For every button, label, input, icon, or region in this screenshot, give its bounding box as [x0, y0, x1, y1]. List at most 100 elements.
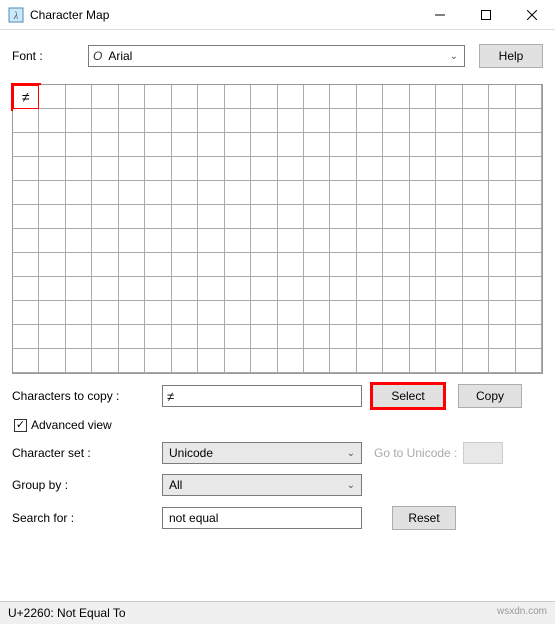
grid-cell[interactable] — [516, 157, 542, 181]
grid-cell[interactable] — [489, 205, 515, 229]
grid-cell[interactable] — [304, 133, 330, 157]
grid-cell[interactable] — [145, 349, 171, 373]
grid-cell[interactable] — [436, 85, 462, 109]
grid-cell[interactable] — [92, 205, 118, 229]
grid-cell[interactable] — [66, 109, 92, 133]
grid-cell[interactable] — [92, 301, 118, 325]
grid-cell[interactable] — [383, 301, 409, 325]
grid-cell[interactable] — [516, 205, 542, 229]
grid-cell[interactable] — [225, 253, 251, 277]
grid-cell[interactable] — [145, 325, 171, 349]
grid-cell[interactable] — [357, 109, 383, 133]
grid-cell[interactable] — [304, 301, 330, 325]
grid-cell[interactable] — [92, 85, 118, 109]
grid-cell[interactable] — [39, 85, 65, 109]
groupby-dropdown[interactable]: All ⌄ — [162, 474, 362, 496]
grid-cell[interactable] — [278, 85, 304, 109]
grid-cell[interactable] — [357, 133, 383, 157]
grid-cell[interactable] — [489, 109, 515, 133]
grid-cell[interactable] — [330, 205, 356, 229]
grid-cell[interactable] — [436, 109, 462, 133]
grid-cell[interactable] — [251, 181, 277, 205]
maximize-button[interactable] — [463, 0, 509, 30]
grid-cell[interactable] — [278, 349, 304, 373]
grid-cell[interactable] — [330, 157, 356, 181]
grid-cell[interactable] — [172, 205, 198, 229]
grid-cell[interactable] — [225, 133, 251, 157]
grid-cell[interactable] — [66, 301, 92, 325]
grid-cell[interactable] — [198, 181, 224, 205]
grid-cell[interactable] — [516, 277, 542, 301]
grid-cell[interactable] — [410, 133, 436, 157]
grid-cell[interactable] — [119, 205, 145, 229]
font-dropdown[interactable]: O Arial ⌄ — [88, 45, 465, 67]
grid-cell[interactable] — [463, 301, 489, 325]
grid-cell[interactable] — [66, 349, 92, 373]
grid-cell[interactable] — [357, 325, 383, 349]
grid-cell[interactable] — [304, 349, 330, 373]
grid-cell[interactable] — [278, 157, 304, 181]
grid-cell[interactable] — [436, 205, 462, 229]
grid-cell[interactable] — [516, 325, 542, 349]
grid-cell[interactable] — [225, 205, 251, 229]
grid-cell[interactable] — [172, 133, 198, 157]
grid-cell[interactable] — [198, 277, 224, 301]
grid-cell[interactable] — [383, 277, 409, 301]
grid-cell[interactable] — [13, 325, 39, 349]
grid-cell[interactable] — [198, 301, 224, 325]
grid-cell[interactable] — [119, 229, 145, 253]
grid-cell[interactable] — [198, 109, 224, 133]
grid-cell[interactable] — [383, 181, 409, 205]
grid-cell[interactable] — [357, 301, 383, 325]
grid-cell[interactable] — [357, 157, 383, 181]
grid-cell[interactable] — [145, 253, 171, 277]
grid-cell[interactable] — [39, 349, 65, 373]
grid-cell[interactable] — [489, 301, 515, 325]
grid-cell[interactable] — [251, 85, 277, 109]
grid-cell[interactable] — [383, 157, 409, 181]
grid-cell[interactable] — [463, 157, 489, 181]
chars-to-copy-input[interactable] — [162, 385, 362, 407]
grid-cell[interactable] — [172, 181, 198, 205]
grid-cell[interactable] — [251, 229, 277, 253]
grid-cell[interactable] — [330, 253, 356, 277]
grid-cell[interactable] — [357, 253, 383, 277]
grid-cell[interactable] — [92, 253, 118, 277]
grid-cell[interactable] — [119, 325, 145, 349]
grid-cell[interactable] — [251, 157, 277, 181]
grid-cell[interactable] — [410, 277, 436, 301]
grid-cell[interactable] — [225, 325, 251, 349]
grid-cell[interactable] — [516, 349, 542, 373]
grid-cell[interactable] — [489, 229, 515, 253]
grid-cell[interactable] — [436, 349, 462, 373]
grid-cell[interactable] — [463, 133, 489, 157]
grid-cell[interactable] — [489, 157, 515, 181]
grid-cell[interactable] — [330, 229, 356, 253]
grid-cell[interactable] — [436, 253, 462, 277]
grid-cell[interactable] — [225, 349, 251, 373]
grid-cell[interactable] — [198, 325, 224, 349]
grid-cell[interactable] — [410, 181, 436, 205]
grid-cell[interactable] — [172, 277, 198, 301]
grid-cell[interactable] — [66, 85, 92, 109]
grid-cell[interactable] — [66, 277, 92, 301]
grid-cell[interactable] — [304, 205, 330, 229]
grid-cell[interactable] — [516, 301, 542, 325]
grid-cell[interactable] — [145, 277, 171, 301]
grid-cell[interactable] — [145, 229, 171, 253]
grid-cell[interactable] — [304, 181, 330, 205]
grid-cell[interactable] — [172, 229, 198, 253]
grid-cell[interactable] — [278, 133, 304, 157]
grid-cell[interactable] — [278, 301, 304, 325]
grid-cell[interactable] — [304, 109, 330, 133]
grid-cell[interactable] — [225, 157, 251, 181]
grid-cell[interactable] — [198, 205, 224, 229]
grid-cell[interactable] — [251, 253, 277, 277]
grid-cell[interactable] — [251, 133, 277, 157]
grid-cell[interactable] — [39, 277, 65, 301]
grid-cell[interactable] — [330, 349, 356, 373]
grid-cell[interactable] — [463, 85, 489, 109]
grid-cell[interactable] — [225, 109, 251, 133]
grid-cell[interactable] — [278, 181, 304, 205]
grid-cell[interactable] — [13, 253, 39, 277]
